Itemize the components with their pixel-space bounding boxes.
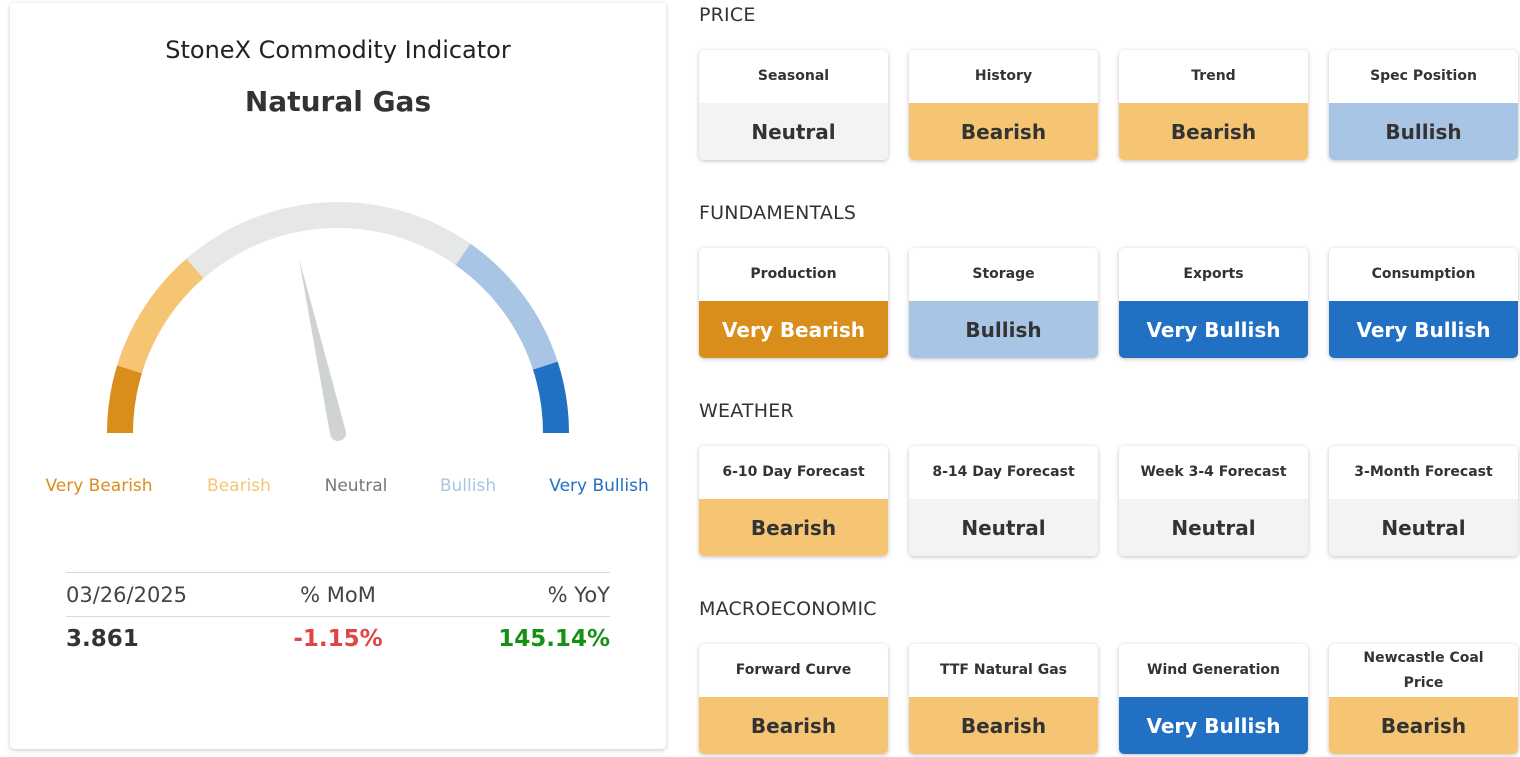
gauge-band-very-bearish [107, 365, 143, 434]
indicator-tile-wind-generation[interactable]: Wind Generation Very Bullish [1119, 644, 1308, 754]
tile-label: Consumption [1371, 266, 1476, 282]
stats-value-row: 3.861 -1.15% 145.14% [66, 617, 610, 661]
stats-yoy-value: 145.14% [498, 626, 610, 652]
indicator-tile-consumption[interactable]: Consumption Very Bullish [1329, 248, 1518, 358]
gauge-needle-hub [330, 425, 346, 441]
indicator-tile-3-month-forecast[interactable]: 3-Month Forecast Neutral [1329, 446, 1518, 556]
tile-label: 3-Month Forecast [1354, 464, 1493, 480]
tile-sentiment-value: Bearish [1119, 103, 1308, 160]
tile-sentiment-value: Neutral [1329, 499, 1518, 556]
indicator-tile-newcastle-coal-price[interactable]: Newcastle Coal Price Bearish [1329, 644, 1518, 754]
stats-yoy-label: % YoY [547, 582, 610, 607]
indicator-tile-ttf-natural-gas[interactable]: TTF Natural Gas Bearish [909, 644, 1098, 754]
gauge-needle [298, 257, 346, 435]
tile-sentiment-value: Very Bullish [1119, 301, 1308, 358]
tile-sentiment-value: Neutral [909, 499, 1098, 556]
gauge-label-neutral: Neutral [324, 476, 388, 496]
indicator-tile-seasonal[interactable]: Seasonal Neutral [699, 50, 888, 160]
stats-mom-label: % MoM [300, 582, 376, 607]
tile-label: Exports [1183, 266, 1244, 282]
gauge-label-bearish: Bearish [207, 476, 271, 496]
indicator-tile-storage[interactable]: Storage Bullish [909, 248, 1098, 358]
stats-price: 3.861 [66, 626, 139, 652]
tile-label: Seasonal [757, 68, 830, 84]
tile-sentiment-value: Bearish [909, 697, 1098, 754]
tile-label: 6-10 Day Forecast [722, 464, 865, 480]
section-title-fundamentals: FUNDAMENTALS [699, 202, 857, 224]
tile-sentiment-value: Bullish [909, 301, 1098, 358]
gauge-label-very-bullish: Very Bullish [549, 476, 649, 496]
gauge-band-bearish [117, 258, 204, 374]
price-stats: 03/26/2025 % MoM % YoY 3.861 -1.15% 145.… [66, 572, 610, 661]
gauge-scale-labels: Very Bearish Bearish Neutral Bullish Very Bu… [10, 476, 666, 500]
stats-header-row: 03/26/2025 % MoM % YoY [66, 572, 610, 617]
tile-label: Week 3-4 Forecast [1140, 464, 1287, 480]
commodity-name: Natural Gas [244, 85, 432, 118]
indicator-tile-trend[interactable]: Trend Bearish [1119, 50, 1308, 160]
tile-label: Wind Generation [1147, 662, 1280, 678]
tile-label: Production [750, 266, 837, 282]
tile-sentiment-value: Very Bullish [1329, 301, 1518, 358]
indicator-tile-8-14-day-forecast[interactable]: 8-14 Day Forecast Neutral [909, 446, 1098, 556]
tile-sentiment-value: Bearish [699, 499, 888, 556]
indicator-tile-week-3-4-forecast[interactable]: Week 3-4 Forecast Neutral [1119, 446, 1308, 556]
indicator-tile-spec-position[interactable]: Spec Position Bullish [1329, 50, 1518, 160]
gauge-band-very-bullish [532, 361, 569, 434]
tile-sentiment-value: Very Bullish [1119, 697, 1308, 754]
tile-label: Storage [972, 266, 1035, 282]
indicator-tile-production[interactable]: Production Very Bearish [699, 248, 888, 358]
tile-sentiment-value: Very Bearish [699, 301, 888, 358]
indicator-tile-6-10-day-forecast[interactable]: 6-10 Day Forecast Bearish [699, 446, 888, 556]
commodity-indicator-card: StoneX Commodity Indicator Natural Gas V… [10, 3, 666, 749]
sentiment-gauge [107, 202, 569, 441]
tile-sentiment-value: Bearish [1329, 697, 1518, 754]
stats-date: 03/26/2025 [66, 582, 188, 607]
gauge-band-bullish [455, 243, 558, 370]
tile-sentiment-value: Bullish [1329, 103, 1518, 160]
indicator-tile-history[interactable]: History Bearish [909, 50, 1098, 160]
section-title-price: PRICE [699, 4, 756, 26]
gauge-arcs [107, 202, 569, 434]
indicator-tile-forward-curve[interactable]: Forward Curve Bearish [699, 644, 888, 754]
section-title-macroeconomic: MACROECONOMIC [699, 598, 877, 620]
tile-sentiment-value: Neutral [1119, 499, 1308, 556]
tile-label: Forward Curve [735, 662, 852, 678]
tile-label: History [974, 68, 1033, 84]
gauge-band-neutral [186, 202, 471, 279]
tile-sentiment-value: Neutral [699, 103, 888, 160]
card-title: StoneX Commodity Indicator [165, 36, 511, 64]
section-title-weather: WEATHER [699, 400, 794, 422]
gauge-label-bullish: Bullish [439, 476, 497, 496]
tile-sentiment-value: Bearish [909, 103, 1098, 160]
gauge-label-very-bearish: Very Bearish [45, 476, 153, 496]
tile-label: Trend [1191, 68, 1236, 84]
stats-mom-value: -1.15% [293, 626, 383, 652]
tile-label: TTF Natural Gas [940, 662, 1067, 678]
tile-sentiment-value: Bearish [699, 697, 888, 754]
tile-label: Spec Position [1370, 68, 1477, 84]
indicator-tile-exports[interactable]: Exports Very Bullish [1119, 248, 1308, 358]
tile-label: Newcastle Coal Price [1363, 649, 1484, 691]
tile-label: 8-14 Day Forecast [932, 464, 1075, 480]
